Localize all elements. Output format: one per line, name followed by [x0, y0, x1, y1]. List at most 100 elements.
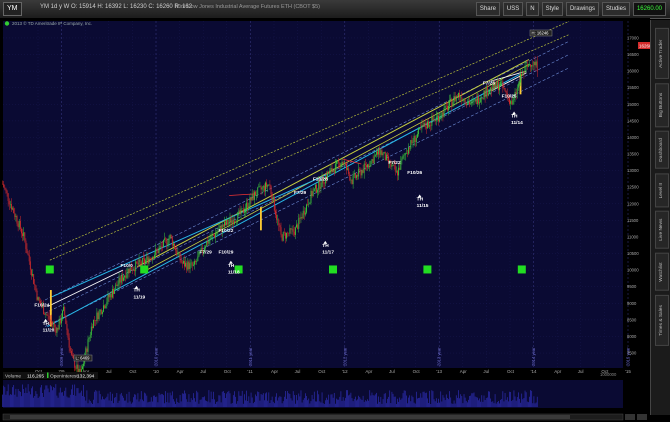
candle-body [304, 212, 306, 215]
candle-body [355, 175, 357, 178]
candle-body [298, 217, 300, 229]
candle-body [269, 184, 271, 186]
candle-body [126, 273, 128, 278]
candle-body [399, 167, 401, 170]
candle-body [448, 105, 449, 111]
candle-body [251, 193, 253, 201]
candle-body [90, 326, 92, 335]
style-button[interactable]: Style [541, 2, 563, 16]
candle-body [312, 191, 314, 196]
candle-body [526, 65, 528, 67]
candle-body [490, 87, 492, 91]
time-tick-label: Jul [295, 369, 301, 374]
time-tick-label: Apr [554, 369, 562, 374]
candle-body [449, 100, 451, 106]
scrollbar-thumb[interactable] [10, 415, 570, 419]
candle-body [339, 162, 341, 168]
time-tick-label: Oct [507, 369, 515, 374]
candle-body [352, 175, 354, 185]
candle-body [429, 125, 431, 127]
candle-body [63, 307, 65, 311]
candle-body [294, 227, 296, 235]
price-tick-label: 12500 [627, 185, 639, 190]
candle-body [11, 204, 12, 210]
candle-body [397, 170, 398, 176]
sidebar-tab[interactable]: Active Trader [655, 28, 669, 79]
candle-body [151, 256, 153, 260]
candle-body [47, 315, 49, 316]
candle-body [511, 101, 513, 105]
candle-body [419, 127, 421, 129]
candle-body [107, 294, 109, 303]
open-interest-label: OpenInterest [50, 374, 78, 380]
candle-body [501, 81, 503, 83]
instrument-description: Mini Dow Jones Industrial Average Future… [175, 4, 320, 10]
candle-body [66, 323, 68, 330]
candle-body [241, 208, 243, 210]
candle-body [337, 160, 339, 162]
candle-body [13, 208, 15, 214]
candle-body [328, 172, 330, 174]
candle-body [246, 202, 248, 209]
candle-body [96, 312, 98, 322]
candle-body [146, 256, 148, 261]
candle-body [19, 220, 21, 229]
sidebar-tab[interactable]: Watchlist [655, 253, 669, 291]
candle-body [188, 261, 190, 270]
candle-body [383, 152, 385, 154]
candle-body [227, 220, 229, 225]
candle-body [465, 102, 467, 105]
candle-body [454, 96, 456, 101]
sidebar-tab[interactable]: Big Buttons [655, 82, 669, 128]
candle-body [113, 288, 114, 294]
annotation-label: F7/22 [388, 160, 401, 166]
candle-body [270, 185, 272, 195]
candle-body [59, 318, 61, 324]
time-tick-label: Jul [578, 369, 584, 374]
candle-body [225, 221, 226, 225]
sidebar-tab[interactable]: Dashboard [655, 131, 669, 169]
sidebar-tab[interactable]: Level II [655, 172, 669, 208]
candle-body [536, 61, 538, 72]
candle-body [357, 175, 358, 177]
candle-body [222, 224, 224, 227]
price-chart[interactable]: 2009 year 2010 year 2011 year 2012 year 2013… [0, 18, 650, 422]
candle-body [134, 269, 136, 272]
candle-body [495, 82, 497, 88]
price-tick-label: 9000 [627, 301, 637, 306]
zoom-in-icon[interactable] [637, 414, 647, 420]
drawings-button[interactable]: Drawings [565, 2, 599, 16]
annotation-label: 11/18 [228, 269, 240, 275]
candle-body [302, 210, 304, 219]
studies-button[interactable]: Studies [601, 2, 630, 16]
sidebar-tab[interactable]: Times & Sales [655, 294, 669, 346]
candle-body [236, 221, 238, 223]
share-button[interactable]: Share [475, 2, 500, 16]
candle-body [349, 173, 351, 181]
candle-body [206, 241, 208, 247]
candle-body [502, 81, 504, 88]
candle-body [76, 364, 78, 369]
candle-body [434, 119, 436, 121]
candle-body [216, 233, 218, 234]
notes-icon[interactable]: N [526, 2, 539, 16]
symbol-selector[interactable]: YM [3, 2, 22, 16]
candle-body [190, 262, 192, 264]
candle-body [15, 216, 17, 217]
candle-body [477, 96, 479, 104]
candle-body [263, 185, 265, 191]
candle-body [110, 294, 112, 298]
candle-body [35, 285, 37, 291]
candle-body [500, 81, 502, 87]
sidebar-tab[interactable]: Live News [655, 211, 669, 249]
symbols-button[interactable]: USS [502, 2, 524, 16]
candle-body [54, 323, 56, 327]
candle-body [242, 208, 244, 213]
zoom-out-icon[interactable] [625, 414, 635, 420]
candle-body [395, 170, 397, 172]
time-scrollbar[interactable] [2, 413, 647, 421]
candle-body [231, 220, 233, 224]
time-tick-label: '12 [342, 369, 348, 374]
candle-body [67, 329, 69, 338]
candle-body [496, 82, 498, 88]
